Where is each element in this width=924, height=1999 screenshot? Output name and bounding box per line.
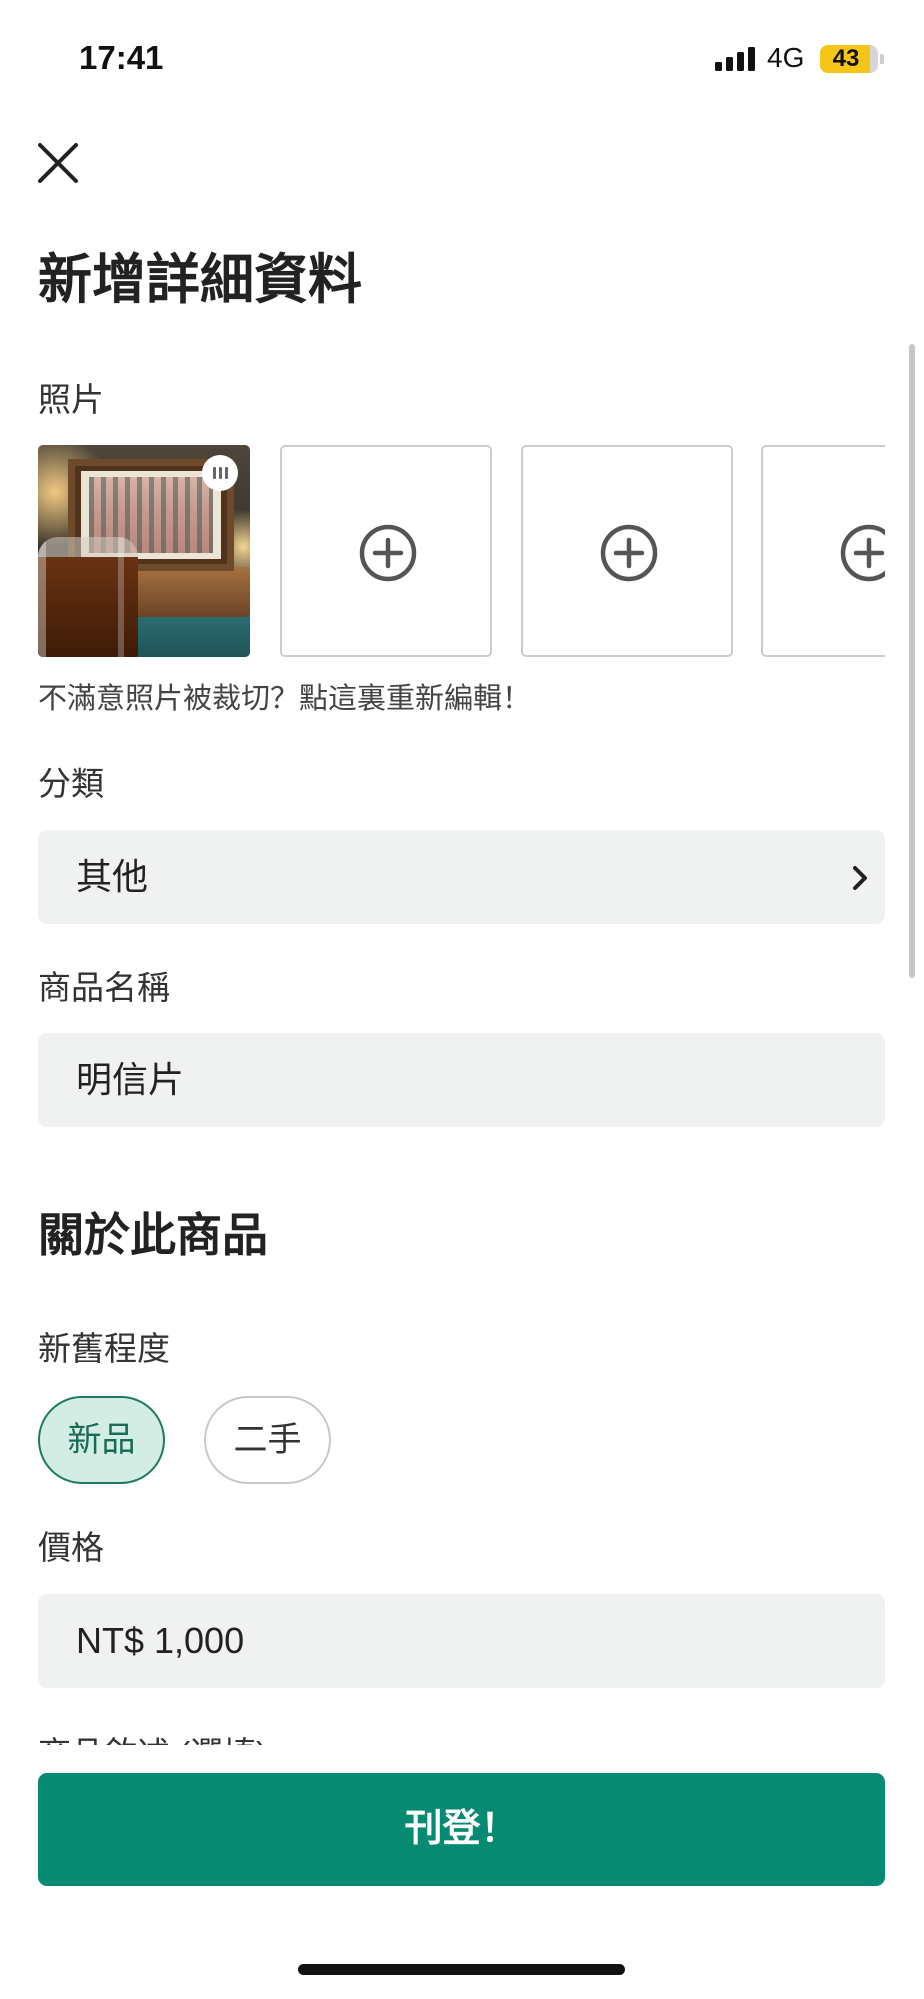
thumb-glass bbox=[38, 537, 138, 657]
home-indicator[interactable] bbox=[298, 1964, 625, 1975]
category-select[interactable]: 其他 bbox=[38, 830, 885, 924]
section-heading-about: 關於此商品 bbox=[38, 1209, 268, 1261]
re-edit-photo-link[interactable]: 不滿意照片被裁切？點這裏重新編輯！ bbox=[38, 681, 531, 717]
condition-chip-used[interactable]: 二手 bbox=[204, 1396, 331, 1484]
photos-label: 照片 bbox=[38, 381, 104, 418]
battery-percent: 43 bbox=[832, 45, 860, 72]
signal-icon bbox=[715, 45, 757, 71]
network-type: 4G bbox=[767, 42, 805, 73]
price-input[interactable] bbox=[76, 1594, 836, 1688]
photo-row bbox=[38, 445, 885, 657]
chevron-right-icon bbox=[853, 866, 867, 890]
battery-icon: 43 bbox=[820, 45, 878, 73]
plus-circle-icon bbox=[600, 524, 658, 582]
drag-handle-icon[interactable] bbox=[202, 455, 238, 491]
condition-chip-new[interactable]: 新品 bbox=[38, 1396, 165, 1484]
photo-thumbnail[interactable] bbox=[38, 445, 250, 657]
product-name-label: 商品名稱 bbox=[38, 969, 170, 1006]
price-label: 價格 bbox=[38, 1529, 104, 1566]
category-value: 其他 bbox=[76, 856, 149, 897]
condition-label: 新舊程度 bbox=[38, 1330, 170, 1367]
page-title: 新增詳細資料 bbox=[38, 250, 362, 310]
add-photo-slot[interactable] bbox=[761, 445, 885, 657]
product-name-input[interactable] bbox=[76, 1033, 836, 1127]
status-time: 17:41 bbox=[79, 39, 164, 76]
scrollbar[interactable] bbox=[909, 344, 915, 978]
plus-circle-icon bbox=[840, 524, 885, 582]
plus-circle-icon bbox=[359, 524, 417, 582]
publish-button[interactable]: 刊登！ bbox=[38, 1773, 885, 1886]
battery-nub bbox=[880, 54, 884, 64]
close-icon[interactable] bbox=[36, 141, 80, 185]
add-photo-slot[interactable] bbox=[280, 445, 492, 657]
category-label: 分類 bbox=[38, 765, 104, 802]
price-field[interactable] bbox=[38, 1594, 885, 1688]
add-photo-slot[interactable] bbox=[521, 445, 733, 657]
product-name-field[interactable] bbox=[38, 1033, 885, 1127]
